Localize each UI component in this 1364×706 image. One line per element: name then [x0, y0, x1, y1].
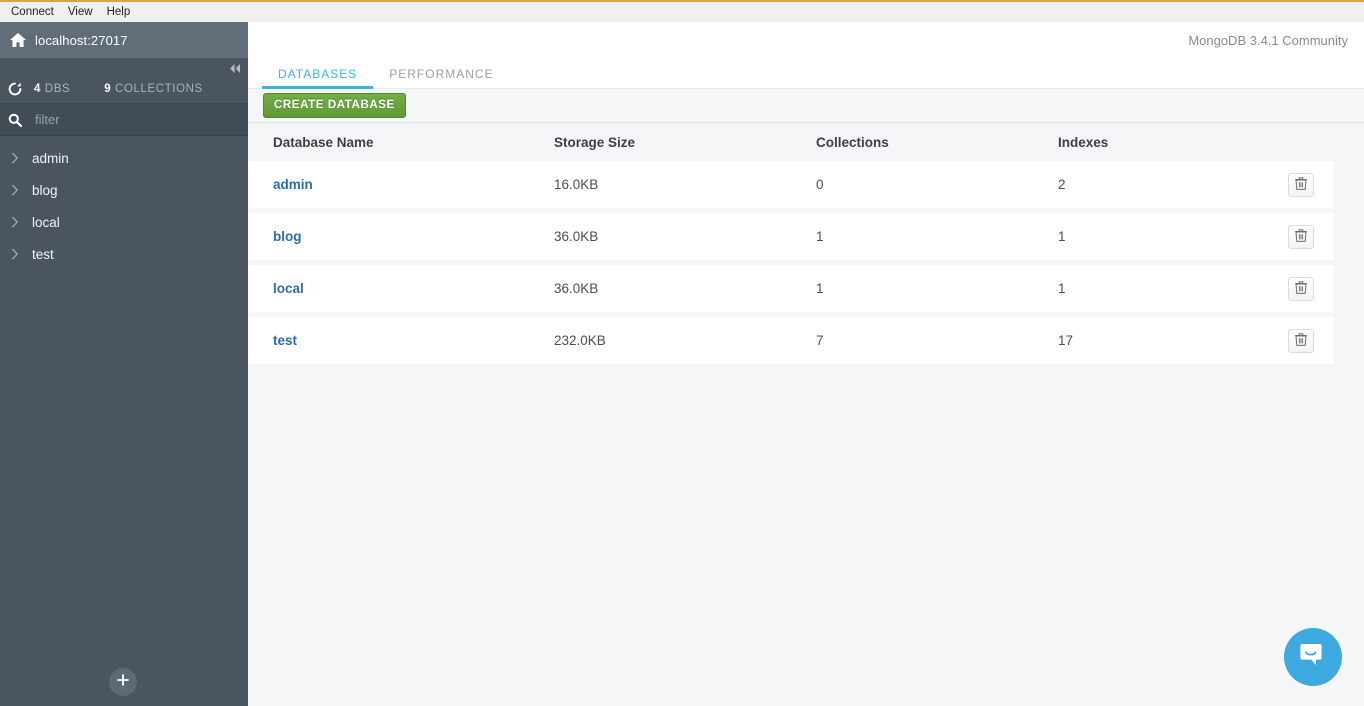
sidebar-item-label: admin — [32, 150, 69, 166]
sidebar-filter-row[interactable] — [0, 104, 248, 136]
db-count-label: DBS — [44, 82, 71, 95]
databases-table: Database Name Storage Size Collections I… — [248, 123, 1334, 369]
add-connection-button[interactable] — [109, 668, 137, 696]
menu-item-help[interactable]: Help — [100, 4, 138, 21]
menu-bar: Connect View Help — [0, 2, 1364, 22]
tab-performance[interactable]: PERFORMANCE — [373, 67, 509, 88]
collection-count-label: COLLECTIONS — [115, 82, 203, 95]
delete-database-button[interactable] — [1288, 276, 1314, 301]
delete-database-button[interactable] — [1288, 224, 1314, 249]
database-link-admin[interactable]: admin — [273, 177, 313, 192]
chevron-right-icon[interactable] — [8, 247, 22, 261]
database-link-local[interactable]: local — [273, 281, 304, 296]
cell-database-name: local — [248, 281, 554, 296]
column-header-database-name: Database Name — [273, 134, 374, 150]
cell-collections: 7 — [816, 333, 824, 348]
collection-count-stat: 9 COLLECTIONS — [104, 83, 203, 95]
top-bar: MongoDB 3.4.1 Community — [248, 22, 1364, 58]
database-link-test[interactable]: test — [273, 333, 297, 348]
cell-indexes: 1 — [1058, 229, 1066, 244]
tab-databases[interactable]: DATABASES — [262, 67, 374, 89]
table-row[interactable]: local 36.0KB 1 1 — [248, 265, 1334, 317]
cell-collections: 0 — [816, 177, 824, 192]
chat-bubble-smile-icon — [1299, 641, 1327, 674]
sidebar-database-list: admin blog local test — [0, 136, 248, 270]
plus-icon — [117, 673, 129, 691]
trash-icon — [1295, 228, 1307, 245]
sidebar-item-blog[interactable]: blog — [0, 174, 248, 206]
trash-icon — [1295, 280, 1307, 297]
cell-database-name: blog — [248, 229, 554, 244]
chat-launcher-button[interactable] — [1284, 628, 1342, 686]
delete-database-button[interactable] — [1288, 328, 1314, 353]
cell-database-name: admin — [248, 177, 554, 192]
cell-collections: 1 — [816, 281, 824, 296]
database-link-blog[interactable]: blog — [273, 229, 302, 244]
cell-database-name: test — [248, 333, 554, 348]
column-header-indexes: Indexes — [1058, 134, 1109, 150]
sidebar-item-test[interactable]: test — [0, 238, 248, 270]
table-header-row: Database Name Storage Size Collections I… — [248, 123, 1334, 161]
trash-icon — [1295, 332, 1307, 349]
trash-icon — [1295, 176, 1307, 193]
sidebar-item-label: local — [32, 214, 60, 230]
sidebar-item-admin[interactable]: admin — [0, 142, 248, 174]
menu-item-view[interactable]: View — [61, 4, 100, 21]
cell-collections: 1 — [816, 229, 824, 244]
sidebar-item-label: test — [32, 246, 54, 262]
main-content: MongoDB 3.4.1 Community DATABASES PERFOR… — [248, 22, 1364, 706]
toolbar: CREATE DATABASE — [248, 89, 1364, 123]
sidebar-item-label: blog — [32, 182, 58, 198]
table-row[interactable]: blog 36.0KB 1 1 — [248, 213, 1334, 265]
table-row[interactable]: admin 16.0KB 0 2 — [248, 161, 1334, 213]
table-row[interactable]: test 232.0KB 7 17 — [248, 317, 1334, 369]
search-input[interactable] — [35, 112, 215, 127]
connection-host-label: localhost:27017 — [35, 32, 128, 48]
menu-item-connect[interactable]: Connect — [4, 4, 61, 21]
cell-actions — [1248, 172, 1334, 197]
cell-storage-size: 232.0KB — [554, 333, 606, 348]
cell-indexes: 17 — [1058, 333, 1074, 348]
cell-storage-size: 36.0KB — [554, 229, 599, 244]
tab-bar: DATABASES PERFORMANCE — [248, 58, 1364, 89]
databases-table-wrapper: Database Name Storage Size Collections I… — [248, 123, 1364, 369]
connection-tab[interactable]: localhost:27017 — [0, 22, 264, 58]
sidebar-item-local[interactable]: local — [0, 206, 248, 238]
column-header-collections: Collections — [816, 134, 889, 150]
app-window: Connect View Help localhost:27017 4 DBS … — [0, 0, 1364, 706]
chevron-right-icon[interactable] — [8, 151, 22, 165]
refresh-icon[interactable] — [8, 82, 22, 96]
chevron-right-icon[interactable] — [8, 183, 22, 197]
cell-actions — [1248, 328, 1334, 353]
sidebar: localhost:27017 4 DBS 9 COLLECTIONS filt… — [0, 22, 264, 706]
home-icon — [10, 33, 26, 47]
cell-actions — [1248, 276, 1334, 301]
cell-actions — [1248, 224, 1334, 249]
delete-database-button[interactable] — [1288, 172, 1314, 197]
cell-indexes: 2 — [1058, 177, 1066, 192]
db-count-value: 4 — [34, 82, 41, 95]
server-version-label: MongoDB 3.4.1 Community — [1188, 32, 1348, 48]
cell-storage-size: 16.0KB — [554, 177, 599, 192]
search-icon — [8, 113, 23, 127]
cell-indexes: 1 — [1058, 281, 1066, 296]
cell-storage-size: 36.0KB — [554, 281, 599, 296]
db-count-stat: 4 DBS — [34, 83, 70, 95]
double-chevron-left-icon[interactable] — [229, 61, 242, 73]
column-header-storage-size: Storage Size — [554, 134, 636, 150]
create-database-button[interactable]: CREATE DATABASE — [263, 93, 406, 118]
sidebar-stats: 4 DBS 9 COLLECTIONS — [0, 74, 248, 104]
collection-count-value: 9 — [104, 82, 112, 95]
sidebar-collapse-row — [0, 58, 248, 74]
chevron-right-icon[interactable] — [8, 215, 22, 229]
